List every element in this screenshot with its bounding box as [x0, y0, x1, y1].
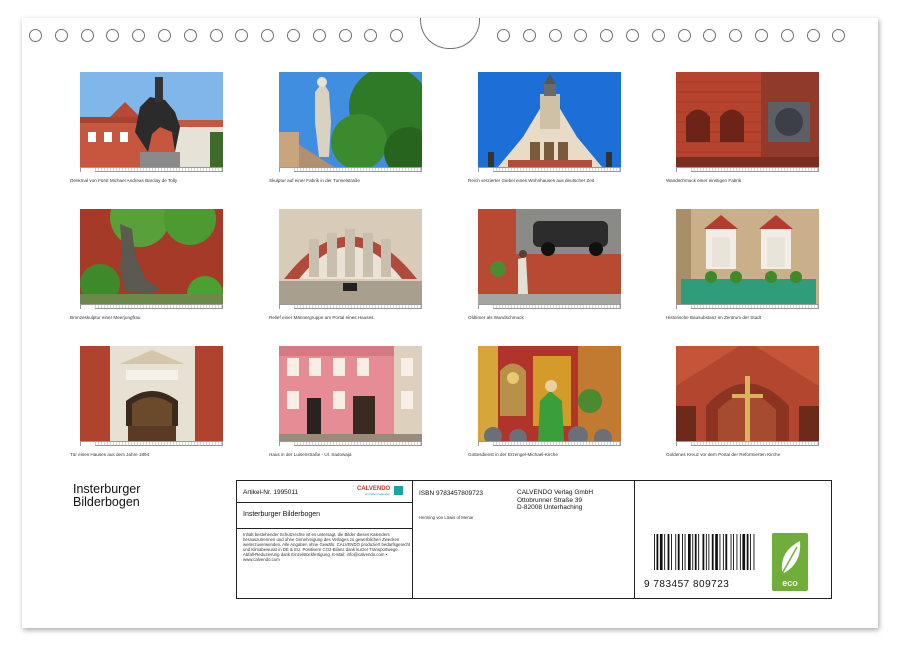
date-strip [676, 167, 819, 172]
binding-ring [209, 29, 223, 42]
publisher-street: Ottobrunner Straße 39 [517, 496, 583, 504]
photo-caption: Oldtimer als Wandschmuck [468, 315, 524, 320]
calvendo-logo-mark [394, 486, 403, 495]
photo-church-service [478, 346, 621, 441]
photo-caption: Reich verzierter Giebel eines Wohnhauses… [468, 178, 595, 183]
publisher-address: CALVENDO Verlag GmbH Ottobrunner Straße … [517, 489, 593, 512]
binding-ring [651, 29, 665, 42]
date-strip [279, 167, 422, 172]
ean-barcode [654, 534, 755, 570]
photo-wall-decoration [676, 72, 819, 167]
photo-caption: Tür eines Hauses aus dem Jahre 1894 [70, 452, 150, 457]
photo-caption: Goldenes Kreuz vor dem Portal der Reform… [666, 452, 781, 457]
date-strip [279, 441, 422, 446]
binding-ring [287, 29, 300, 42]
binding-ring [522, 29, 536, 42]
binding-ring [312, 29, 326, 42]
binding-ring [780, 29, 794, 42]
binding-ring [235, 29, 249, 42]
photo-caption: Relief einer Männergruppe am Portal eine… [269, 315, 374, 320]
barcode-section: 9 783457 809723 eco [634, 481, 832, 600]
photo-mermaid [80, 209, 223, 304]
binding-ring [832, 29, 846, 42]
date-strip [676, 304, 819, 309]
photo-golden-cross [676, 346, 819, 441]
binding-ring [703, 29, 717, 42]
photo-caption: Bronzeskulptur einer Meerjungfrau [70, 315, 141, 320]
calvendo-tagline: wir lieben kalender [365, 492, 391, 496]
photo-caption: Denkmal von Fürst Michael Andreas Barcla… [70, 178, 178, 183]
publisher-city: D-82008 Unterhaching [517, 504, 583, 511]
photo-barclay-monument [80, 72, 223, 167]
binding-ring [132, 29, 146, 42]
date-strip [80, 304, 223, 309]
photo-caption: Skulptur auf einer Fabrik in der Tunnels… [269, 178, 360, 183]
photo-caption: Wandschmuck einer einstigen Fabrik [666, 178, 742, 183]
photo-decorated-gable [478, 72, 621, 167]
binding-ring [677, 29, 691, 42]
binding-ring [548, 29, 562, 42]
date-strip [478, 304, 621, 309]
binding-ring [338, 29, 352, 42]
binding-ring [497, 29, 510, 42]
photo-door-1894 [80, 346, 223, 441]
eco-label: eco [782, 578, 798, 588]
isbn: ISBN 9783457809723 [419, 490, 483, 497]
binding-ring [574, 29, 588, 42]
product-title: Insterburger Bilderbogen [243, 511, 321, 518]
photo-oldtimer [478, 209, 621, 304]
date-strip [478, 441, 621, 446]
photo-factory-sculpture [279, 72, 422, 167]
date-strip [279, 304, 422, 309]
binding-ring [729, 29, 743, 42]
photo-luisenstrasse-house [279, 346, 422, 441]
binding-ring [364, 29, 378, 42]
date-strip [676, 441, 819, 446]
binding-ring [600, 29, 614, 42]
binding-ring [54, 29, 68, 42]
barcode-number: 9 783457 809723 [644, 579, 730, 590]
binding-ring [626, 29, 639, 42]
binding-ring [158, 29, 171, 42]
legal-notice: Inhalt bestehender Schutzrechte ist es u… [243, 532, 411, 562]
photo-caption: Haus in der Luisenstraße - Ul. Sadowaja [269, 452, 352, 457]
binding-ring [29, 29, 42, 42]
photo-caption: Historische Bausubstanz im Zentrum der S… [666, 315, 761, 320]
binding-ring [806, 29, 820, 42]
date-strip [80, 441, 223, 446]
article-number: Artikel-Nr. 1995011 [243, 489, 299, 496]
eco-badge: eco [772, 533, 808, 591]
binding-ring [80, 29, 94, 42]
date-strip [80, 167, 223, 172]
publisher-name: CALVENDO Verlag GmbH [517, 489, 594, 496]
photo-caption: Gottesdienst in der Erzengel-Michael-Kir… [468, 452, 558, 457]
calendar-title: Insterburger Bilderbogen [73, 483, 140, 509]
title-line-2: Bilderbogen [73, 495, 140, 509]
product-info-box: Artikel-Nr. 1995011 CALVENDO wir lieben … [236, 480, 832, 599]
photo-men-relief [279, 209, 422, 304]
photo-historic-buildings [676, 209, 819, 304]
binding-ring [261, 29, 275, 42]
binding-ring [106, 29, 120, 42]
binding-ring [755, 29, 768, 42]
binding-ring [390, 29, 404, 42]
date-strip [478, 167, 621, 172]
author: Henning von Löwis of Menar [419, 515, 474, 520]
binding-ring [183, 29, 197, 42]
